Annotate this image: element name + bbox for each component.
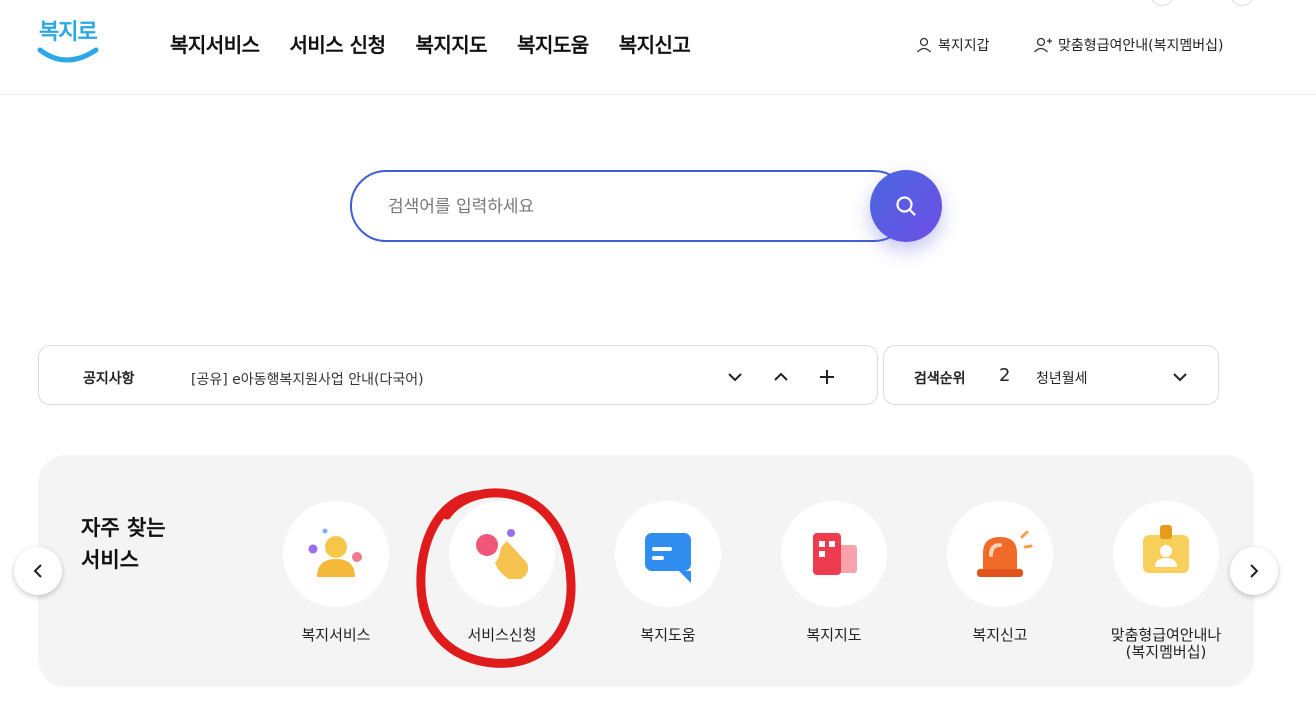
chevron-down-icon bbox=[728, 373, 742, 382]
service-item-help[interactable]: 복지도움 bbox=[598, 501, 738, 644]
site-header: 복지로 복지서비스 서비스 신청 복지지도 복지도움 복지신고 복지지갑 맞춤형… bbox=[0, 0, 1316, 95]
nav-welfare-map[interactable]: 복지지도 bbox=[415, 29, 487, 58]
ranking-expand-button[interactable] bbox=[1169, 366, 1191, 388]
logo-smile-icon bbox=[37, 47, 99, 63]
service-label: 맞춤형급여안내나 (복지멤버십) bbox=[1096, 627, 1236, 661]
top-utility-circle[interactable] bbox=[1230, 0, 1254, 6]
service-icon-circle bbox=[947, 501, 1053, 607]
membership-link[interactable]: 맞춤형급여안내(복지멤버십) bbox=[1033, 35, 1223, 55]
service-label: 복지지도 bbox=[806, 626, 862, 644]
service-icon-circle bbox=[283, 501, 389, 607]
wallet-link[interactable]: 복지지갑 bbox=[915, 35, 990, 55]
user-add-icon bbox=[1034, 37, 1052, 53]
carousel-prev-button[interactable] bbox=[14, 547, 62, 595]
frequent-services-title: 자주 찾는 서비스 bbox=[81, 512, 166, 576]
notice-next-button[interactable] bbox=[724, 366, 746, 388]
nav-welfare-report[interactable]: 복지신고 bbox=[619, 29, 691, 58]
plus-icon bbox=[820, 370, 834, 384]
chevron-left-icon bbox=[33, 564, 42, 578]
membership-label: 맞춤형급여안내(복지멤버십) bbox=[1058, 38, 1224, 54]
top-utility-circle[interactable] bbox=[1150, 0, 1174, 6]
service-label: 복지도움 bbox=[640, 626, 696, 644]
search-icon bbox=[896, 196, 916, 216]
service-label: 서비스신청 bbox=[467, 626, 537, 644]
service-item-report[interactable]: 복지신고 bbox=[930, 501, 1070, 644]
service-label-line: (복지멤버십) bbox=[1125, 643, 1207, 661]
building-map-icon bbox=[813, 533, 857, 575]
ranking-keyword[interactable]: 청년월세 bbox=[1036, 368, 1088, 388]
service-label: 복지신고 bbox=[972, 626, 1028, 644]
notice-more-button[interactable] bbox=[816, 366, 838, 388]
wallet-label: 복지지갑 bbox=[938, 38, 990, 54]
nav-service-apply[interactable]: 서비스 신청 bbox=[290, 29, 386, 58]
notice-title: 공지사항 bbox=[83, 371, 135, 387]
service-item-map[interactable]: 복지지도 bbox=[764, 501, 904, 644]
search-input[interactable] bbox=[388, 192, 848, 222]
chevron-right-icon bbox=[1250, 564, 1259, 578]
frequent-services-panel: 자주 찾는 서비스 복지서비스 서비스신청 복지도움 복지지도 복지신고 맞춤형… bbox=[38, 455, 1254, 687]
chevron-up-icon bbox=[774, 372, 788, 381]
ranking-number: 2 bbox=[999, 365, 1011, 386]
main-nav: 복지서비스 서비스 신청 복지지도 복지도움 복지신고 bbox=[170, 29, 720, 58]
search-button[interactable] bbox=[870, 170, 942, 242]
carousel-next-button[interactable] bbox=[1230, 547, 1278, 595]
notice-text[interactable]: [공유] e아동행복지원사업 안내(다국어) bbox=[191, 369, 424, 389]
service-icon-circle bbox=[615, 501, 721, 607]
notice-bar: 공지사항 [공유] e아동행복지원사업 안내(다국어) bbox=[38, 345, 878, 405]
service-label: 복지서비스 bbox=[301, 626, 371, 644]
service-item-welfare[interactable]: 복지서비스 bbox=[266, 501, 406, 644]
search-ranking: 검색순위 2 청년월세 bbox=[883, 345, 1219, 405]
service-item-membership[interactable]: 맞춤형급여안내나 (복지멤버십) bbox=[1096, 501, 1236, 661]
service-label-line: 맞춤형급여안내나 bbox=[1110, 626, 1222, 644]
ranking-title: 검색순위 bbox=[914, 371, 966, 387]
search-bar bbox=[350, 170, 942, 242]
user-icon bbox=[917, 37, 931, 53]
notice-prev-button[interactable] bbox=[770, 366, 792, 388]
siren-icon bbox=[977, 530, 1033, 577]
person-icon bbox=[308, 528, 362, 577]
service-item-apply[interactable]: 서비스신청 bbox=[432, 501, 572, 644]
id-badge-icon bbox=[1143, 525, 1189, 573]
nav-welfare-help[interactable]: 복지도움 bbox=[517, 29, 589, 58]
nav-welfare-service[interactable]: 복지서비스 bbox=[170, 29, 260, 58]
service-icon-circle bbox=[449, 501, 555, 607]
frequent-title-line: 서비스 bbox=[81, 548, 139, 572]
search-box bbox=[350, 170, 910, 242]
hand-tap-icon bbox=[476, 529, 529, 579]
service-icon-circle bbox=[781, 501, 887, 607]
frequent-title-line: 자주 찾는 bbox=[81, 516, 166, 540]
site-logo[interactable]: 복지로 bbox=[36, 12, 100, 68]
service-icon-circle bbox=[1113, 501, 1219, 607]
chat-bubble-icon bbox=[645, 533, 691, 583]
chevron-down-icon bbox=[1173, 373, 1187, 382]
